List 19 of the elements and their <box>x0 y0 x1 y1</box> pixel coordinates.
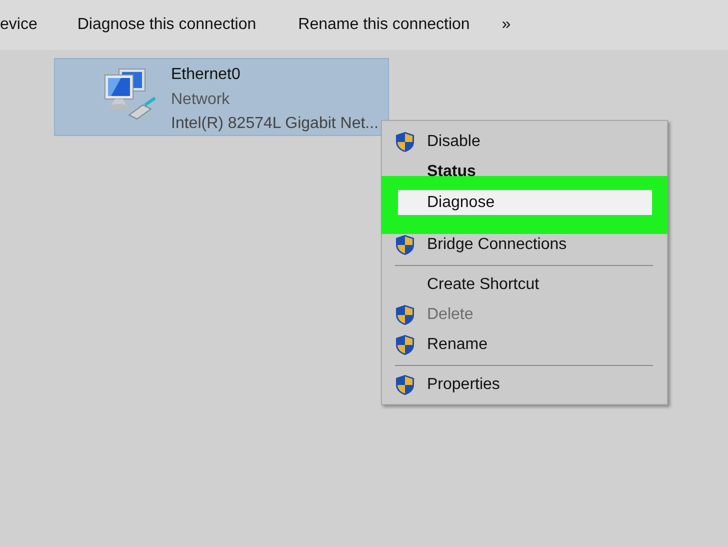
connection-name: Ethernet0 <box>171 65 242 85</box>
toolbar-button[interactable]: Rename this connection <box>298 13 470 37</box>
adapter-name: Intel(R) 82574L Gigabit Net... <box>171 114 379 134</box>
shield-icon <box>395 234 415 256</box>
menu-item[interactable]: Status <box>382 157 667 187</box>
shield-icon <box>395 131 415 153</box>
menu-item[interactable]: Create Shortcut <box>382 270 667 300</box>
menu-item[interactable]: Diagnose <box>398 190 652 215</box>
toolbar-button[interactable]: evice <box>0 13 38 37</box>
menu-item[interactable]: Rename <box>382 330 667 360</box>
toolbar-button[interactable]: Diagnose this connection <box>77 13 256 37</box>
network-label: Network <box>171 90 231 110</box>
shield-icon <box>395 304 415 326</box>
menu-item[interactable]: Bridge Connections <box>382 230 667 260</box>
menu-item[interactable]: Properties <box>382 370 667 400</box>
connection-tile[interactable]: Ethernet0 Network Intel(R) 82574L Gigabit Net... <box>54 58 389 136</box>
shield-icon <box>395 334 415 356</box>
shield-icon <box>395 374 415 396</box>
toolbar-button[interactable]: » <box>502 13 511 37</box>
